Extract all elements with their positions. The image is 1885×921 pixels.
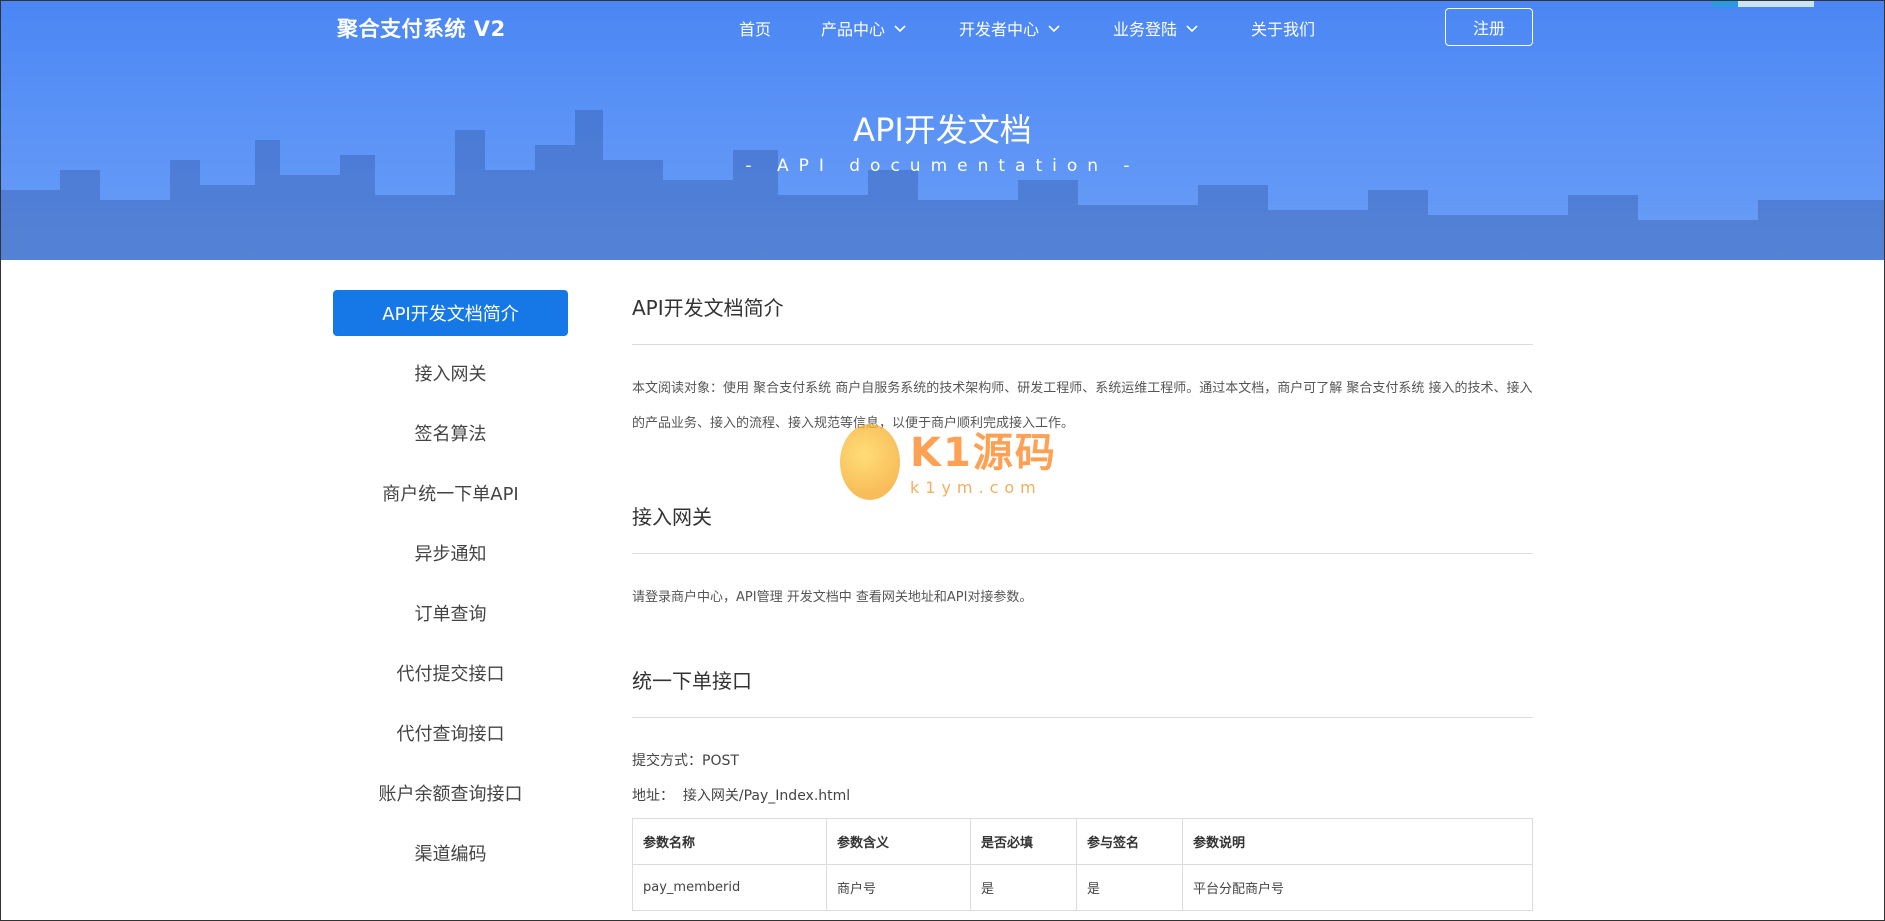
method-line: 提交方式：POST: [632, 744, 1533, 779]
table-cell: pay_memberid: [632, 864, 827, 911]
chevron-down-icon: [894, 25, 906, 33]
sidebar-item-payout-query[interactable]: 代付查询接口: [333, 710, 568, 756]
divider: [632, 344, 1533, 345]
watermark-url: k1ym.com: [910, 478, 1042, 497]
table-cell: 平台分配商户号: [1182, 864, 1533, 911]
address-value: 接入网关/Pay_Index.html: [682, 788, 851, 804]
nav-about-label: 关于我们: [1251, 20, 1316, 39]
doc-sidebar: API开发文档简介 接入网关 签名算法 商户统一下单API 异步通知 订单查询 …: [333, 290, 568, 890]
sidebar-item-payout-submit[interactable]: 代付提交接口: [333, 650, 568, 696]
table-header: 参数名称: [632, 818, 827, 865]
table-cell: 是: [970, 864, 1077, 911]
page-title: API开发文档: [853, 111, 1032, 149]
table-cell: 是: [1076, 864, 1183, 911]
watermark-text: K1源码: [910, 430, 1057, 476]
nav-products-label: 产品中心: [821, 20, 886, 39]
section-title: 接入网关: [632, 505, 712, 529]
nav-products[interactable]: 产品中心: [821, 16, 907, 40]
sidebar-item-order-query[interactable]: 订单查询: [333, 590, 568, 636]
doc-content: API开发文档简介 本文阅读对象：使用 聚合支付系统 商户自服务系统的技术架构师…: [632, 290, 1533, 911]
watermark-icon: [840, 424, 900, 500]
table-header: 参与签名: [1076, 818, 1183, 865]
sidebar-item-intro[interactable]: API开发文档简介: [333, 290, 568, 336]
address-line: 地址： 接入网关/Pay_Index.html: [632, 779, 1533, 814]
chevron-down-icon: [1048, 25, 1060, 33]
page-subtitle: - API documentation -: [745, 156, 1140, 176]
divider: [632, 553, 1533, 554]
table-cell: 商户号: [826, 864, 971, 911]
sidebar-item-signature[interactable]: 签名算法: [333, 410, 568, 456]
sidebar-item-balance-query[interactable]: 账户余额查询接口: [333, 770, 568, 816]
method-value: POST: [702, 753, 739, 769]
sidebar-item-channel-code[interactable]: 渠道编码: [333, 830, 568, 876]
section-text: 本文阅读对象：使用 聚合支付系统 商户自服务系统的技术架构师、研发工程师、系统运…: [632, 381, 1533, 431]
params-table: 参数名称 参数含义 是否必填 参与签名 参数说明 pay_memberid 商户…: [632, 818, 1533, 911]
method-label: 提交方式：: [632, 753, 702, 769]
nav-home-label: 首页: [739, 20, 772, 39]
table-header: 是否必填: [970, 818, 1077, 865]
top-border: [0, 0, 1885, 1]
nav-login-label: 业务登陆: [1113, 20, 1178, 39]
nav-developer[interactable]: 开发者中心: [959, 16, 1061, 40]
nav-about[interactable]: 关于我们: [1251, 16, 1315, 40]
table-header-row: 参数名称 参数含义 是否必填 参与签名 参数说明: [632, 818, 1533, 865]
site-logo[interactable]: 聚合支付系统 V2: [337, 13, 506, 43]
nav-developer-label: 开发者中心: [959, 20, 1040, 39]
section-title: 统一下单接口: [632, 669, 752, 693]
section-text: 请登录商户中心，API管理 开发文档中 查看网关地址和API对接参数。: [632, 590, 1033, 605]
register-button[interactable]: 注册: [1445, 8, 1533, 46]
table-header: 参数含义: [826, 818, 971, 865]
table-header: 参数说明: [1182, 818, 1533, 865]
address-label: 地址：: [632, 788, 674, 804]
chevron-down-icon: [1186, 25, 1198, 33]
nav-login[interactable]: 业务登陆: [1113, 16, 1199, 40]
sidebar-item-async-notify[interactable]: 异步通知: [333, 530, 568, 576]
section-title: API开发文档简介: [632, 296, 784, 320]
nav-home[interactable]: 首页: [739, 16, 771, 40]
sidebar-item-unified-order[interactable]: 商户统一下单API: [333, 470, 568, 516]
sidebar-item-gateway[interactable]: 接入网关: [333, 350, 568, 396]
table-row: pay_memberid 商户号 是 是 平台分配商户号: [632, 864, 1533, 911]
top-corner-tab[interactable]: [1712, 0, 1814, 7]
divider: [632, 717, 1533, 718]
watermark-logo: K1源码 k1ym.com: [840, 420, 1055, 500]
